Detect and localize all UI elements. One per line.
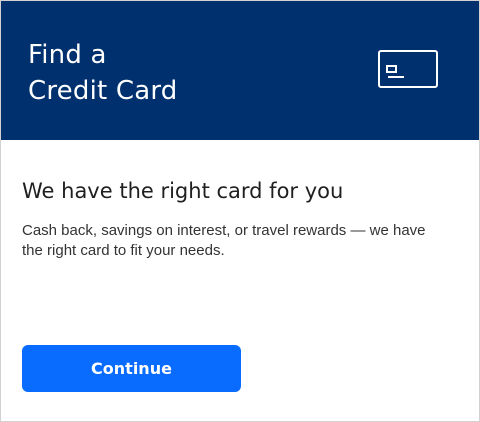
header-title: Find a Credit Card [28, 37, 177, 109]
header-title-line-1: Find a [28, 40, 107, 70]
credit-card-icon [378, 50, 438, 88]
credit-card-widget: Find a Credit Card We have the right car… [0, 0, 480, 422]
section-description: Cash back, savings on interest, or trave… [22, 222, 426, 259]
card-header: Find a Credit Card [1, 1, 479, 140]
section-heading: We have the right card for you [22, 179, 344, 203]
header-title-line-2: Credit Card [28, 76, 178, 106]
continue-button[interactable]: Continue [22, 345, 241, 392]
